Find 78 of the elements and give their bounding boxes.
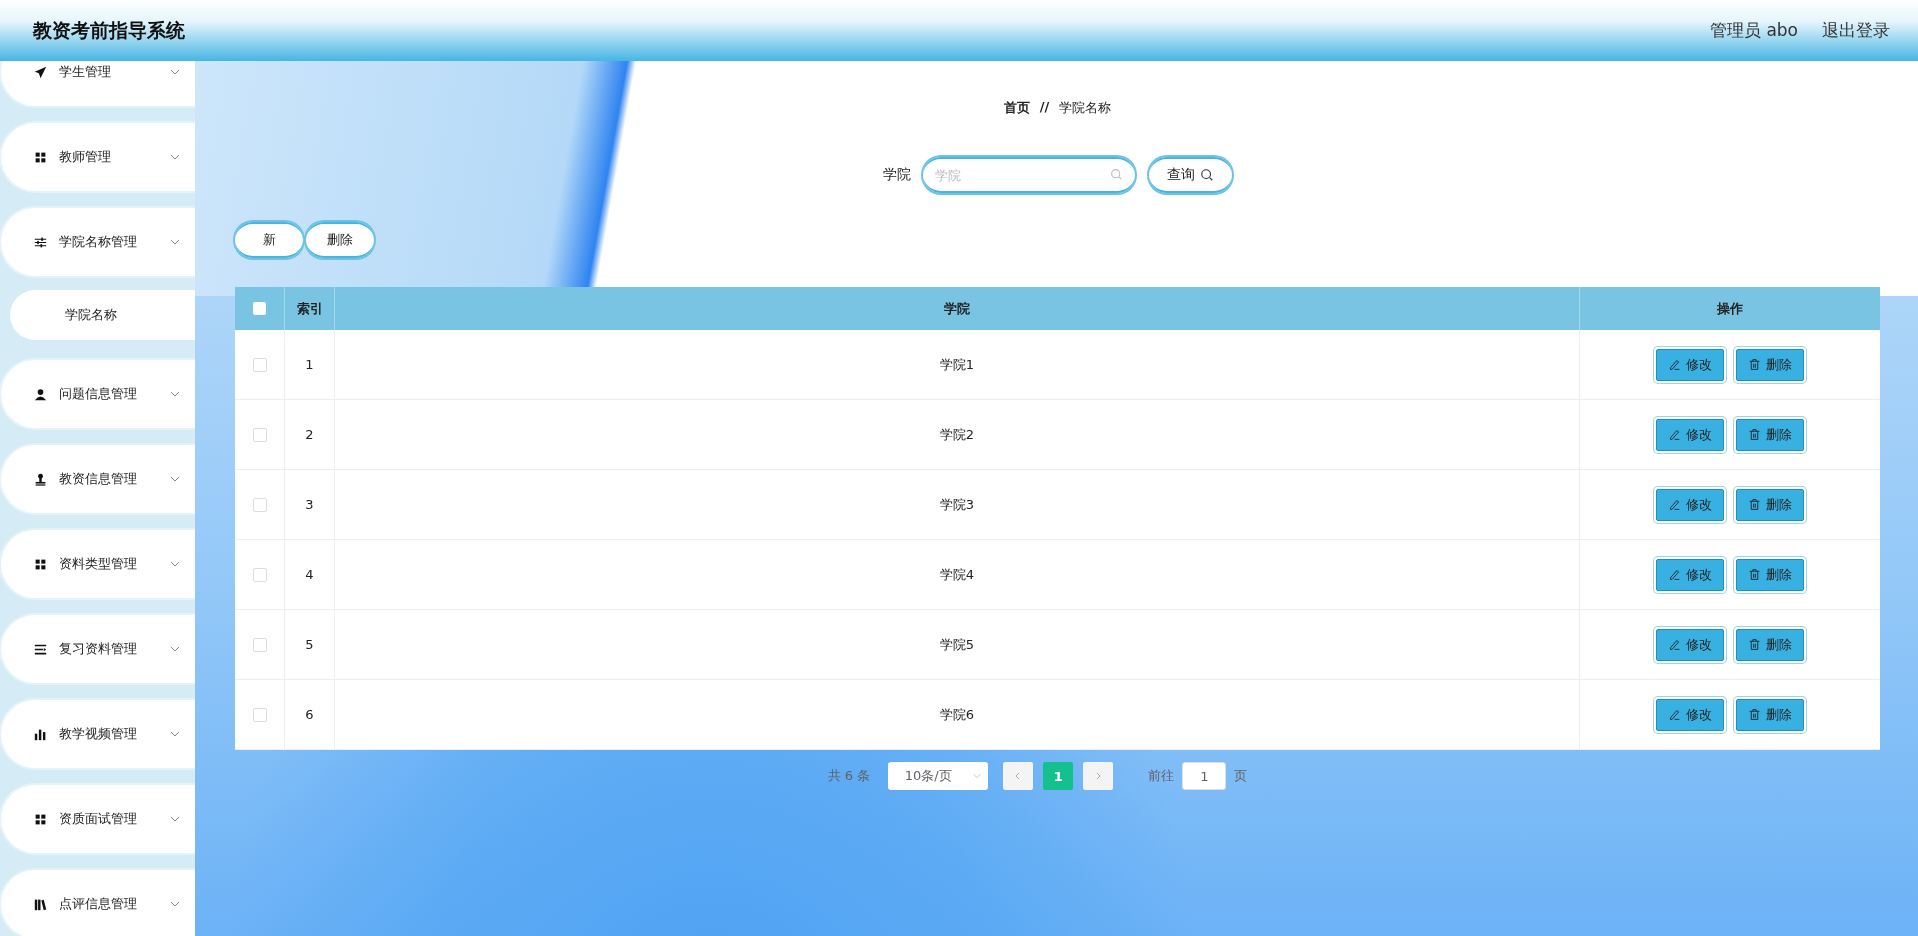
sliders-icon <box>34 235 47 249</box>
table-cell: 4 <box>285 540 335 609</box>
grid-icon <box>34 812 47 826</box>
delete-button[interactable]: 删除 <box>1736 558 1804 591</box>
edit-button[interactable]: 修改 <box>1656 628 1724 661</box>
edit-button[interactable]: 修改 <box>1656 488 1724 521</box>
search-icon <box>1110 168 1123 181</box>
breadcrumb-home[interactable]: 首页 <box>1003 99 1030 117</box>
breadcrumb-separator: // <box>1039 99 1050 116</box>
table-cell: 1 <box>285 330 335 399</box>
trash-icon <box>1748 498 1761 511</box>
paper-plane-icon <box>34 65 47 79</box>
column-header: 索引 <box>285 287 335 330</box>
pencil-icon <box>1668 638 1681 651</box>
page-suffix: 页 <box>1234 767 1248 785</box>
query-button[interactable]: 查询 <box>1149 157 1232 193</box>
add-button[interactable]: 新 <box>235 222 303 258</box>
table-cell: 6 <box>285 680 335 749</box>
table-cell: 学院6 <box>335 680 1580 749</box>
table-cell: 学院2 <box>335 400 1580 469</box>
edit-button[interactable]: 修改 <box>1656 558 1724 591</box>
column-header: 学院 <box>335 287 1580 330</box>
delete-button[interactable]: 删除 <box>1736 418 1804 451</box>
bar-chart-icon <box>34 727 47 741</box>
breadcrumb-current: 学院名称 <box>1059 99 1112 117</box>
grid-icon <box>34 150 47 164</box>
delete-button[interactable]: 删除 <box>1736 628 1804 661</box>
table-cell: 学院1 <box>335 330 1580 399</box>
search-field[interactable]: 学院 <box>923 157 1135 193</box>
logout-link[interactable]: 退出登录 <box>1822 19 1890 42</box>
edit-button[interactable]: 修改 <box>1656 698 1724 731</box>
row-checkbox[interactable] <box>252 427 267 442</box>
column-header: 操作 <box>1716 299 1744 318</box>
previous-page-button[interactable] <box>1003 762 1034 790</box>
list-icon <box>34 642 47 656</box>
trash-icon <box>1748 638 1761 651</box>
pencil-icon <box>1668 428 1681 441</box>
row-checkbox[interactable] <box>252 637 267 652</box>
select-all-checkbox[interactable] <box>253 302 266 315</box>
goto-label: 前往 <box>1148 767 1175 785</box>
pencil-icon <box>1668 358 1681 371</box>
total-count: 共 6 条 <box>827 767 871 785</box>
trash-icon <box>1748 708 1761 721</box>
pencil-icon <box>1668 568 1681 581</box>
delete-button[interactable]: 删除 <box>1736 348 1804 381</box>
sidebar-subitem[interactable]: 学院名称 <box>10 290 195 340</box>
user-name: 管理员 abo <box>1710 19 1798 42</box>
search-icon <box>1200 168 1214 182</box>
user-icon <box>34 387 47 401</box>
grid-icon <box>34 557 47 571</box>
stamp-icon <box>34 472 47 486</box>
goto-page-field[interactable]: 1 <box>1182 762 1227 790</box>
books-icon <box>34 897 47 911</box>
page-size-select[interactable]: 10条/页 <box>888 762 989 790</box>
table-cell: 学院4 <box>335 540 1580 609</box>
chevron-down-icon <box>971 771 982 781</box>
table-cell: 5 <box>285 610 335 679</box>
table-cell: 学院5 <box>335 610 1580 679</box>
pencil-icon <box>1668 708 1681 721</box>
app-title: 教资考前指导系统 <box>33 17 185 43</box>
edit-button[interactable]: 修改 <box>1656 418 1724 451</box>
edit-button[interactable]: 修改 <box>1656 348 1724 381</box>
table-cell: 2 <box>285 400 335 469</box>
delete-button[interactable]: 删除 <box>1736 698 1804 731</box>
trash-icon <box>1748 358 1761 371</box>
row-checkbox[interactable] <box>252 707 267 722</box>
trash-icon <box>1748 568 1761 581</box>
table-cell: 学院3 <box>335 470 1580 539</box>
row-checkbox[interactable] <box>252 567 267 582</box>
row-checkbox[interactable] <box>252 497 267 512</box>
search-label: 学院 <box>883 166 911 184</box>
next-page-button[interactable] <box>1083 762 1114 790</box>
pencil-icon <box>1668 498 1681 511</box>
trash-icon <box>1748 428 1761 441</box>
delete-button[interactable]: 删除 <box>1736 488 1804 521</box>
delete-button[interactable]: 删除 <box>306 222 374 258</box>
table-cell: 3 <box>285 470 335 539</box>
row-checkbox[interactable] <box>252 357 267 372</box>
